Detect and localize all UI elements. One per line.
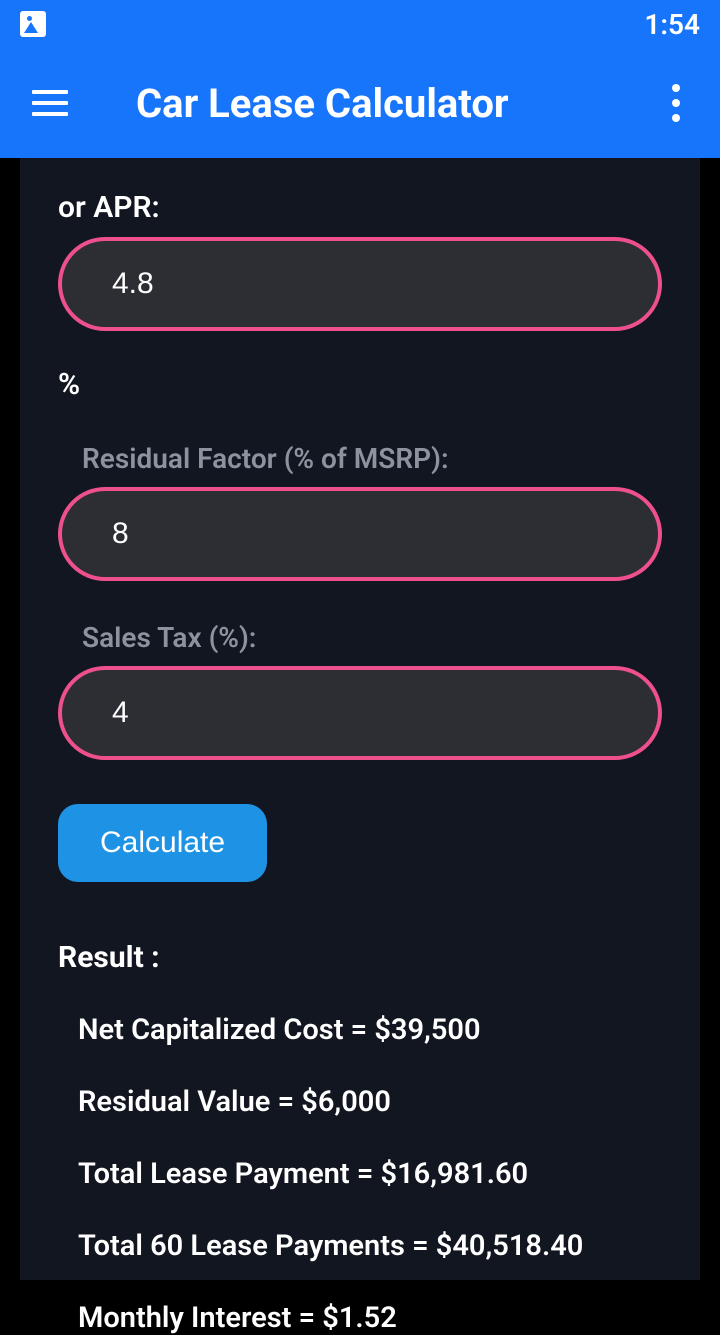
status-time: 1:54 [644, 8, 700, 41]
result-heading: Result : [58, 940, 662, 975]
result-total-60-lease-payments: Total 60 Lease Payments = $40,518.40 [78, 1229, 662, 1263]
content-area: or APR: % Residual Factor (% of MSRP): S… [20, 158, 700, 1280]
app-title: Car Lease Calculator [136, 80, 509, 127]
sales-tax-input[interactable] [58, 666, 662, 760]
app-bar: Car Lease Calculator [0, 48, 720, 158]
apr-label: or APR: [58, 190, 662, 225]
calculate-button[interactable]: Calculate [58, 804, 267, 882]
sales-tax-label: Sales Tax (%): [82, 621, 662, 654]
hamburger-menu-icon[interactable] [32, 90, 68, 116]
residual-factor-label: Residual Factor (% of MSRP): [82, 442, 662, 475]
result-monthly-interest: Monthly Interest = $1.52 [78, 1301, 662, 1335]
result-net-capitalized-cost: Net Capitalized Cost = $39,500 [78, 1013, 662, 1047]
result-total-lease-payment: Total Lease Payment = $16,981.60 [78, 1157, 662, 1191]
result-residual-value: Residual Value = $6,000 [78, 1085, 662, 1119]
image-icon [20, 11, 46, 37]
more-vertical-icon[interactable] [664, 76, 688, 130]
status-bar: 1:54 [0, 0, 720, 48]
apr-input[interactable] [58, 237, 662, 331]
percent-symbol-label: % [58, 367, 662, 402]
residual-factor-input[interactable] [58, 487, 662, 581]
